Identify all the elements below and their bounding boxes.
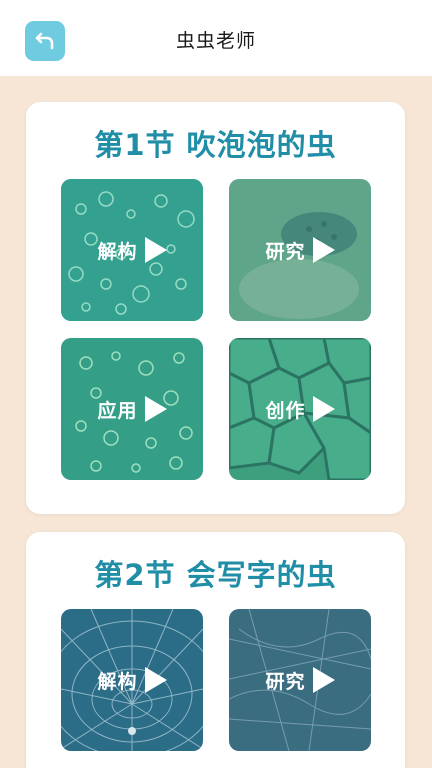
section-title: 第2节 会写字的虫 [94, 558, 337, 592]
tile-label: 应用 [97, 399, 138, 422]
play-icon [312, 667, 335, 693]
play-icon [312, 237, 335, 263]
section-card-1: 第1节 吹泡泡的虫 解构 研究 应用 创作 [26, 102, 405, 514]
play-icon [144, 667, 167, 693]
tile-section1-jiegou[interactable]: 解构 [61, 179, 203, 321]
tile-label: 研究 [265, 240, 306, 263]
section-card-2: 第2节 会写字的虫 解构 研究 [26, 532, 405, 768]
app-header: 虫虫老师 [0, 0, 432, 76]
tile-section1-yingyong[interactable]: 应用 [61, 338, 203, 480]
tile-label: 创作 [265, 399, 306, 422]
tile-section1-yanjiu[interactable]: 研究 [229, 179, 371, 321]
play-icon [312, 396, 335, 422]
play-icon [144, 237, 167, 263]
play-icon [144, 396, 167, 422]
tile-section2-jiegou[interactable]: 解构 [61, 609, 203, 751]
tile-label: 解构 [97, 670, 138, 693]
tile-label: 研究 [265, 670, 306, 693]
tile-section1-chuangzuo[interactable]: 创作 [229, 338, 371, 480]
tile-section2-yanjiu[interactable]: 研究 [229, 609, 371, 751]
tile-label: 解构 [97, 240, 138, 263]
section-title: 第1节 吹泡泡的虫 [94, 128, 337, 162]
page-title: 虫虫老师 [175, 30, 256, 52]
